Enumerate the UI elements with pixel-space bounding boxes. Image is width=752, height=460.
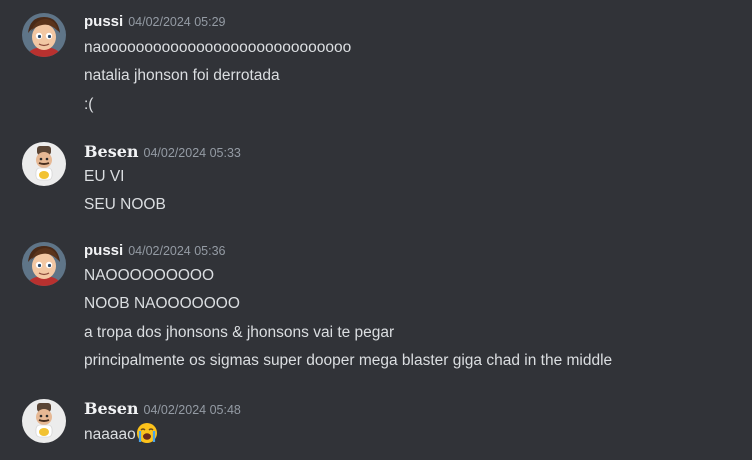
message-header: Besen 04/02/2024 05:33 (84, 142, 241, 162)
loudly-crying-face-icon (136, 422, 158, 444)
message-header: Besen 04/02/2024 05:48 (84, 399, 241, 419)
boy-cartoon-avatar-icon[interactable] (22, 13, 66, 57)
message-header: pussi 04/02/2024 05:36 (84, 242, 226, 262)
message-text: principalmente os sigmas super dooper me… (84, 352, 613, 369)
timestamp[interactable]: 04/02/2024 05:29 (128, 15, 225, 29)
timestamp[interactable]: 04/02/2024 05:36 (128, 244, 225, 258)
message-text: :( (84, 96, 94, 113)
timestamp[interactable]: 04/02/2024 05:33 (144, 146, 241, 160)
message-text: NAOOOOOOOOO (84, 267, 215, 284)
username[interactable]: Besen (84, 399, 139, 418)
message-text: naooooooooooooooooooooooooooooo (84, 39, 352, 56)
username[interactable]: pussi (84, 242, 123, 259)
message-text: EU VI (84, 168, 125, 185)
timestamp[interactable]: 04/02/2024 05:48 (144, 403, 241, 417)
chef-cartoon-avatar-icon[interactable] (22, 399, 66, 443)
message-header: pussi 04/02/2024 05:29 (84, 13, 226, 33)
message-text-line: naaaao (84, 422, 158, 444)
message-text: SEU NOOB (84, 196, 166, 213)
message-text: NOOB NAOOOOOOO (84, 295, 240, 312)
username[interactable]: Besen (84, 142, 139, 161)
username[interactable]: pussi (84, 13, 123, 30)
message-text: a tropa dos jhonsons & jhonsons vai te p… (84, 324, 395, 341)
message-text: naaaao (84, 426, 136, 443)
boy-cartoon-avatar-icon[interactable] (22, 242, 66, 286)
message-text: natalia jhonson foi derrotada (84, 67, 280, 84)
chef-cartoon-avatar-icon[interactable] (22, 142, 66, 186)
